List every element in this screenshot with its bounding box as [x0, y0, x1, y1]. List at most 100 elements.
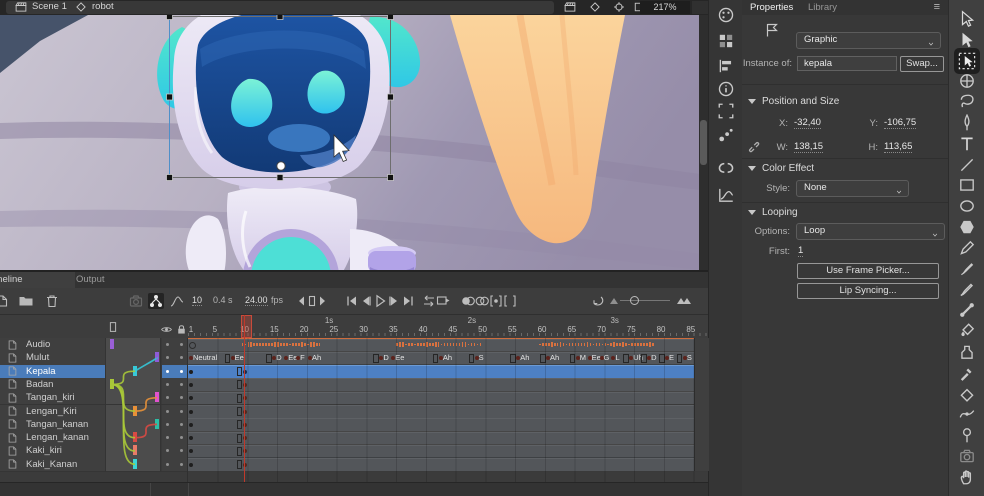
frame-size-slider-track[interactable] [620, 300, 670, 301]
keyframe-dot[interactable] [243, 436, 247, 440]
breadcrumb-scene[interactable]: Scene 1 [32, 1, 67, 12]
show-hide-all-eye-icon[interactable] [160, 323, 173, 336]
breadcrumb-symbol[interactable]: robot [92, 1, 114, 12]
info-panel-icon[interactable] [717, 80, 735, 98]
motion-editor-icon[interactable] [717, 186, 735, 204]
keyframe-dot[interactable] [243, 423, 247, 427]
color-panel-icon[interactable] [717, 6, 735, 24]
pencil-tool[interactable] [958, 239, 976, 257]
clapperboard-icon[interactable] [14, 1, 28, 13]
panel-menu-icon[interactable]: ≡ [934, 1, 940, 13]
delete-layer-icon[interactable] [44, 293, 60, 309]
show-parenting-icon[interactable] [148, 293, 164, 309]
zoom-dropdown-chevron[interactable] [692, 1, 708, 14]
link-width-height-icon[interactable] [747, 140, 763, 156]
use-frame-picker-button[interactable]: Use Frame Picker... [797, 263, 939, 279]
edit-symbols-icon[interactable] [588, 1, 602, 13]
y-value[interactable]: -106,75 [884, 117, 916, 129]
edit-scene-icon[interactable] [563, 1, 577, 13]
oval-tool[interactable] [958, 197, 976, 215]
swap-button[interactable]: Swap... [900, 56, 944, 72]
ink-bottle-tool[interactable] [958, 343, 976, 361]
keyframe-dot[interactable] [189, 410, 193, 414]
brush-library-icon[interactable] [717, 126, 735, 144]
h-value[interactable]: 113,65 [884, 141, 912, 153]
frame-span[interactable] [188, 458, 694, 472]
keyframe-dot[interactable] [243, 370, 247, 374]
add-camera-icon[interactable] [128, 293, 144, 309]
frame-row-Audio[interactable] [188, 338, 708, 352]
bone-tool[interactable] [958, 301, 976, 319]
keyframe-dot[interactable] [243, 383, 247, 387]
gradient-transform-tool[interactable] [958, 72, 976, 90]
x-value[interactable]: -32,40 [794, 117, 821, 129]
new-layer-icon[interactable] [0, 293, 10, 309]
keyframe-dot[interactable] [189, 463, 193, 467]
empty-keyframe-circle[interactable] [189, 342, 196, 349]
frame-row-Badan[interactable] [188, 378, 708, 392]
next-frame-icon[interactable] [315, 293, 331, 309]
frame-rate-value[interactable]: 24.00 [245, 295, 268, 306]
paint-brush-tool[interactable] [958, 260, 976, 278]
asset-warp-tool[interactable] [958, 426, 976, 444]
classic-brush-tool[interactable] [958, 280, 976, 298]
swatches-panel-icon[interactable] [717, 32, 735, 50]
frame-row-Kaki_kiri[interactable] [188, 444, 708, 458]
zoom-out-frames-icon[interactable] [606, 293, 622, 309]
advanced-layers-graph-icon[interactable] [169, 293, 185, 309]
section-color-effect[interactable]: Color Effect [748, 163, 814, 174]
frame-row-Lengan_Kiri[interactable] [188, 405, 708, 419]
keyframe-dot[interactable] [189, 383, 193, 387]
frame-size-slider-knob[interactable] [630, 296, 639, 305]
camera-tool[interactable] [958, 447, 976, 465]
selection-tool[interactable] [958, 10, 976, 28]
lip-syncing-button[interactable]: Lip Syncing... [797, 283, 939, 299]
keyframe-dot[interactable] [243, 396, 247, 400]
transformation-point[interactable] [277, 162, 285, 170]
w-value[interactable]: 138,15 [794, 141, 823, 153]
tab-timeline[interactable]: Timeline [0, 272, 75, 288]
width-tool[interactable] [958, 405, 976, 423]
hand-tool[interactable] [958, 468, 976, 486]
reset-timeline-zoom-icon[interactable] [590, 293, 606, 309]
frame-span[interactable] [188, 445, 694, 459]
align-panel-icon[interactable] [717, 57, 735, 75]
go-last-frame-icon[interactable] [400, 293, 416, 309]
frame-ruler[interactable]: 1s2s3s1510152025303540455055606570758085 [0, 315, 708, 339]
cc-libraries-icon[interactable] [717, 158, 735, 176]
frame-span[interactable] [188, 378, 694, 392]
style-dropdown[interactable]: None [796, 180, 909, 197]
frame-span[interactable] [188, 365, 694, 379]
keyframe-dot[interactable] [243, 410, 247, 414]
transform-panel-icon[interactable] [717, 102, 735, 120]
frame-span[interactable] [188, 392, 694, 406]
frame-row-Kepala[interactable] [188, 365, 708, 379]
playhead-handle[interactable] [241, 315, 252, 338]
free-transform-tool[interactable] [958, 52, 976, 70]
section-position-size[interactable]: Position and Size [748, 96, 839, 107]
polystar-tool[interactable] [958, 218, 976, 236]
lasso-tool[interactable] [958, 93, 976, 111]
eraser-tool[interactable] [958, 384, 976, 402]
frame-span[interactable] [188, 432, 694, 446]
tab-output[interactable]: Output [76, 272, 126, 288]
center-stage-icon[interactable] [612, 1, 626, 13]
line-tool[interactable] [958, 156, 976, 174]
frame-row-Kaki_Kanan[interactable] [188, 458, 708, 472]
text-tool[interactable] [958, 135, 976, 153]
frame-row-Tangan_kiri[interactable] [188, 391, 708, 405]
zoom-in-frames-icon[interactable] [676, 293, 692, 309]
frame-span[interactable] [188, 405, 694, 419]
subselection-tool[interactable] [958, 31, 976, 49]
eyedropper-tool[interactable] [958, 364, 976, 382]
tab-properties[interactable]: Properties [750, 2, 793, 13]
loop-options-dropdown[interactable]: Loop [796, 223, 945, 240]
tab-library[interactable]: Library [808, 2, 837, 13]
current-frame-value[interactable]: 10 [192, 295, 202, 306]
stage-canvas[interactable] [0, 15, 708, 270]
instance-name-field[interactable]: kepala [797, 56, 897, 71]
first-frame-value[interactable]: 1 [798, 245, 803, 257]
modify-markers-icon[interactable] [502, 293, 518, 309]
rectangle-tool[interactable] [958, 176, 976, 194]
behavior-dropdown[interactable]: Graphic [796, 32, 941, 49]
